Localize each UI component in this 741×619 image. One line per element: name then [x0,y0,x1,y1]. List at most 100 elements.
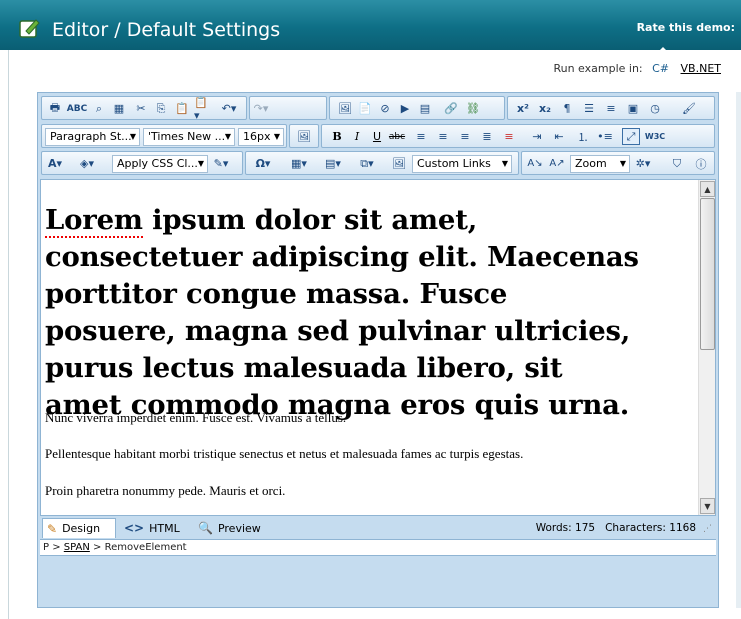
toolbar-row-1: 🖶 ABC ⌕ ▦ ✂ ⎘ 📋 📋▾ ↶▾ ↷▾ 🖼 📄 ⊘ ▶ ▤ 🔗 ⛓ x… [41,96,715,122]
scroll-down-icon[interactable]: ▼ [700,498,715,514]
convert-uppercase-icon[interactable]: A↗ [548,155,566,172]
justify-icon[interactable]: ≣ [478,128,496,145]
toolbar-group-format: x² x₂ ¶ ☰ ≡ ▣ ◷ 🖌 [507,96,715,120]
remove-link-icon[interactable]: ⛓ [464,100,482,117]
design-mode-tab[interactable]: ✎ Design [42,518,116,538]
copy-icon[interactable]: ⎘ [152,100,170,117]
align-right-icon[interactable]: ≡ [456,128,474,145]
align-center-icon[interactable]: ≡ [434,128,452,145]
image-map-icon[interactable]: 🖼 [295,128,313,145]
italic-icon[interactable]: I [348,128,366,145]
font-name-dropdown[interactable]: 'Times New ... ▼ [143,128,235,146]
rate-demo-label[interactable]: Rate this demo: [637,21,735,34]
chevron-down-icon: ▼ [197,159,204,168]
toolbar-group-zoom: A↘ A↗ Zoom ▼ ✲▾ ⛉ ⓘ [521,151,715,175]
custom-links-dropdown[interactable]: Custom Links ▼ [412,155,512,173]
symbols-icon[interactable]: Ω▾ [254,155,272,172]
snippets-icon[interactable]: ⧉▾ [358,155,376,172]
outdent-icon[interactable]: ⇤ [550,128,568,145]
fore-color-icon[interactable]: A▾ [46,155,64,172]
xhtml-validator-icon[interactable]: W3C [645,128,665,145]
about-icon[interactable]: ⓘ [692,155,710,172]
editor-content-area[interactable]: Lorem ipsum dolor sit amet, consectetuer… [40,179,716,516]
bulleted-list-icon[interactable]: •≡ [596,128,614,145]
numbered-list-icon[interactable]: ⒈ [574,128,592,145]
font-name-value: 'Times New ... [148,130,226,143]
pencil-icon: ✎ [47,521,58,536]
chevron-down-icon: ▼ [619,159,626,168]
form-elements-icon[interactable]: ▤▾ [324,155,342,172]
image-icon[interactable]: 🖼 [390,155,408,172]
spellcheck-icon[interactable]: ABC [67,100,87,117]
insert-date-time-icon[interactable]: ◷ [646,100,664,117]
vertical-scrollbar[interactable]: ▲ ▼ [698,180,715,515]
image-manager-icon[interactable]: 🖼 [336,100,354,117]
find-replace-icon[interactable]: ⌕ [90,100,108,117]
insert-table-icon[interactable]: ▦▾ [290,155,308,172]
app-root: Editor / Default Settings Rate this demo… [0,0,741,619]
paragraph-style-value: Paragraph St... [50,130,132,143]
resize-grip-icon[interactable]: ⋰ [703,524,712,534]
page-title: Editor / Default Settings [52,19,281,41]
document-manager-icon[interactable]: 📄 [356,100,374,117]
css-class-dropdown[interactable]: Apply CSS Cl... ▼ [112,155,208,173]
strikethrough-icon[interactable]: abc [388,128,406,145]
align-left-icon[interactable]: ≡ [412,128,430,145]
preview-mode-tab[interactable]: 🔍 Preview [194,518,274,538]
track-changes-icon[interactable]: ⛉ [668,155,686,172]
undo-icon[interactable]: ↶▾ [220,100,238,117]
font-size-dropdown[interactable]: 16px ▼ [238,128,284,146]
toggle-screen-mode-icon[interactable]: ⤢ [622,128,640,145]
paragraph-3: Proin pharetra nonummy pede. Mauris et o… [45,483,286,498]
paste-options-icon[interactable]: 📋▾ [194,96,212,122]
html-mode-label: HTML [149,521,180,535]
editor-logo-icon [19,19,40,38]
format-block-icon[interactable]: ≡ [602,100,620,117]
paste-icon[interactable]: 📋 [173,100,191,117]
flash-manager-icon[interactable]: ⊘ [376,100,394,117]
select-all-icon[interactable]: ▦ [110,100,128,117]
paragraph-2: Pellentesque habitant morbi tristique se… [45,446,524,461]
print-icon[interactable]: 🖶 [46,100,64,117]
back-color-icon[interactable]: ◈▾ [78,155,96,172]
convert-lowercase-icon[interactable]: A↘ [526,155,544,172]
toolbar-group-redo: ↷▾ [249,96,327,120]
font-size-value: 16px [243,130,271,143]
word-count: Words: 175 [535,522,596,534]
paragraph-1: Nunc viverra imperdiet enim. Fusce est. … [45,410,347,425]
modules-icon[interactable]: ✲▾ [634,155,652,172]
toolbar-group-symbols: Ω▾ ▦▾ ▤▾ ⧉▾ 🖼 Custom Links ▼ [245,151,519,175]
toolbar-group-edit: 🖶 ABC ⌕ ▦ ✂ ⎘ 📋 📋▾ ↶▾ [41,96,247,122]
path-remove-element[interactable]: RemoveElement [105,542,187,553]
zoom-dropdown[interactable]: Zoom ▼ [570,155,630,173]
paragraph-style-dropdown[interactable]: Paragraph St... ▼ [45,128,140,146]
subscript-icon[interactable]: x₂ [536,100,554,117]
scroll-thumb[interactable] [700,198,715,350]
format-stripper-icon[interactable]: ▣ [624,100,642,117]
path-p[interactable]: P [43,542,49,553]
media-manager-icon[interactable]: ▶ [396,100,414,117]
hyperlink-icon[interactable]: 🔗 [442,100,460,117]
underline-icon[interactable]: U [368,128,386,145]
html-mode-tab[interactable]: <> HTML [120,518,190,538]
paragraph-mark-icon[interactable]: ¶ [558,100,576,117]
mode-bar: ✎ Design <> HTML 🔍 Preview Words: 175 Chara… [40,516,716,539]
redo-icon[interactable]: ↷▾ [252,100,270,117]
csharp-link[interactable]: C# [652,62,669,75]
vbnet-link[interactable]: VB.NET [681,62,721,75]
format-painter-icon[interactable]: 🖌 [680,100,698,117]
format-sets-icon[interactable]: ✎▾ [212,155,230,172]
toolbar-group-image: 🖼 [289,124,319,148]
superscript-icon[interactable]: x² [514,100,532,117]
indent-icon[interactable]: ⇥ [528,128,546,145]
scroll-up-icon[interactable]: ▲ [700,181,715,197]
insert-paragraph-icon[interactable]: ☰ [580,100,598,117]
chevron-down-icon: ▼ [129,132,136,141]
template-manager-icon[interactable]: ▤ [416,100,434,117]
path-span[interactable]: SPAN [64,542,90,553]
bold-icon[interactable]: B [328,128,346,145]
chevron-down-icon: ▼ [273,132,280,141]
header-bar: Editor / Default Settings Rate this demo… [0,0,741,50]
remove-alignment-icon[interactable]: ≡ [500,128,518,145]
cut-icon[interactable]: ✂ [132,100,150,117]
